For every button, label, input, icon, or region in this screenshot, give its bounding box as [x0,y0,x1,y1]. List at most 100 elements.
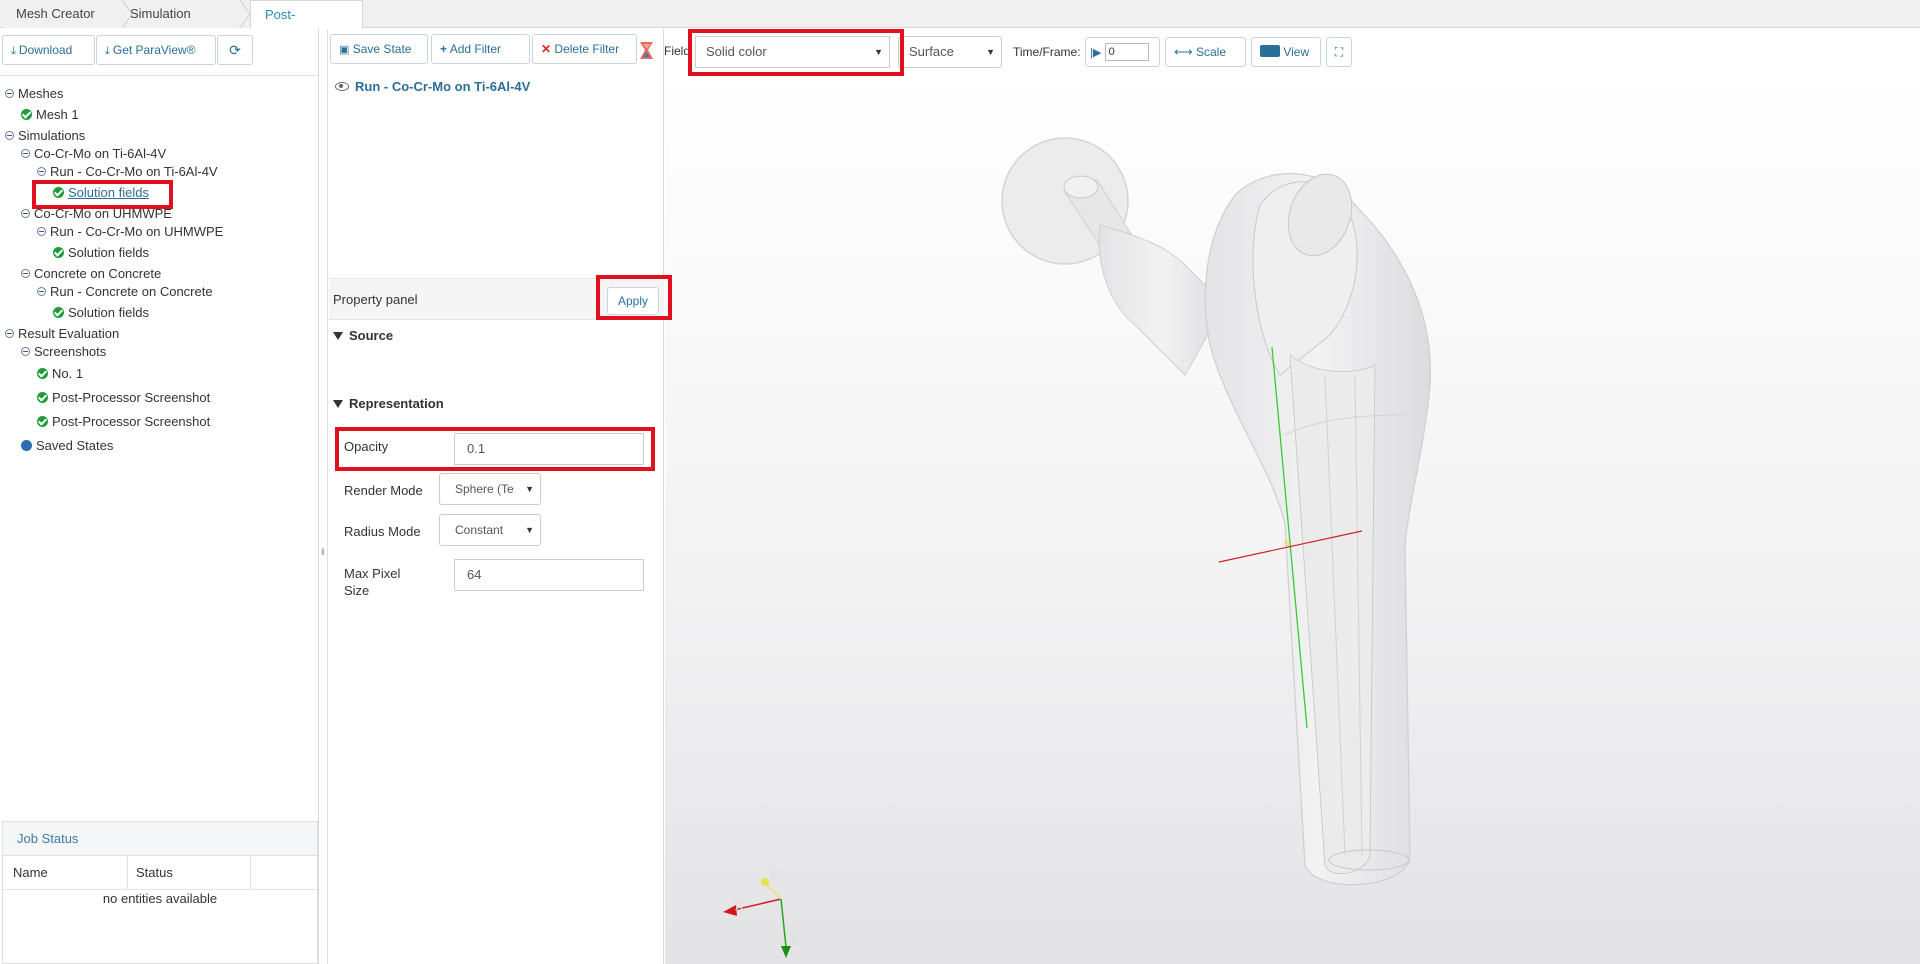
circle-icon [21,440,32,451]
collapse-icon[interactable] [5,131,14,140]
eye-icon[interactable] [335,82,349,91]
source-section-toggle[interactable]: Source [333,328,393,343]
tree-label: Screenshots [34,344,107,359]
axis-z-label: Z [790,932,798,947]
pipeline-item-label: Run - Co-Cr-Mo on Ti-6Al-4V [355,79,531,94]
download-button[interactable]: ⤓ Download [2,35,95,65]
pipeline-panel: ▣ Save State + Add Filter ✕ Delete Filte… [329,29,664,964]
tree-node-sim-2-run[interactable]: Run - Co-Cr-Mo on UHMWPE [37,223,223,241]
reset-camera-button[interactable]: ⛶ [1326,37,1352,67]
tree-label: Solution fields [68,305,149,320]
job-status-header: Name Status [3,856,317,890]
column-status[interactable]: Status [136,856,173,890]
tab-mesh-creator-label: Mesh Creator [16,6,95,21]
refresh-button[interactable]: ⟳ [217,35,253,65]
drag-handle-icon[interactable]: ‖ [321,547,325,557]
refresh-icon: ⟳ [229,42,241,58]
time-frame-label: Time/Frame: [1013,45,1081,59]
download-icon: ⤓ [11,45,16,57]
max-pixel-size-input[interactable]: 64 [454,559,644,591]
representation-select[interactable]: Surface ▼ [898,36,1002,68]
camera-reset-icon: ⛶ [1334,45,1344,59]
highlight-box [596,275,672,320]
collapse-icon[interactable] [21,347,30,356]
check-circle-icon [21,109,32,120]
render-viewport[interactable]: Y X Z [665,75,1920,964]
render-mode-label: Render Mode [344,483,423,498]
collapse-icon[interactable] [21,269,30,278]
left-panel: ⤓ Download ⤓ Get ParaView® ⟳ Meshes Mesh 1… [0,29,319,964]
tree-label: Solution fields [68,245,149,260]
triangle-down-icon [333,332,343,340]
divider [127,856,128,890]
tab-mesh-creator[interactable]: Mesh Creator [2,0,120,28]
column-name[interactable]: Name [13,856,48,890]
divider [0,75,319,76]
tree-node-sim-1[interactable]: Co-Cr-Mo on Ti-6Al-4V [21,145,166,163]
tree-node-saved-states[interactable]: Saved States [21,437,113,455]
scale-button[interactable]: ⟷ Scale [1165,37,1246,67]
top-tab-bar: Mesh Creator Simulation Designer Post-Pr… [0,0,1920,50]
tree-node-result-evaluation[interactable]: Result Evaluation [5,325,119,343]
collapse-icon[interactable] [37,167,46,176]
tree-node-simulations[interactable]: Simulations [5,127,85,145]
tree-label: Post-Processor Screenshot [52,390,211,405]
tree-node-mesh-1[interactable]: Mesh 1 [21,106,79,124]
save-state-label: Save State [352,42,412,56]
collapse-icon[interactable] [21,149,30,158]
caret-down-icon: ▼ [986,47,995,57]
pipeline-item[interactable]: Run - Co-Cr-Mo on Ti-6Al-4V [335,79,530,94]
source-section-label: Source [349,328,394,343]
max-pixel-size-label-line-1: Max Pixel [344,566,401,581]
collapse-icon[interactable] [5,329,14,338]
delete-filter-label: Delete Filter [554,42,620,56]
highlight-box [335,427,655,471]
tree-node-screenshot-2[interactable]: Post-Processor Screenshot [37,389,210,407]
collapse-icon[interactable] [5,89,14,98]
collapse-icon[interactable] [37,287,46,296]
time-frame-input[interactable]: 0 [1104,43,1149,61]
save-state-button[interactable]: ▣ Save State [330,34,428,64]
tree-node-meshes[interactable]: Meshes [5,85,64,103]
radius-mode-label: Radius Mode [344,524,421,539]
tab-separator-icon [239,0,251,28]
tree-node-sim-3-run[interactable]: Run - Concrete on Concrete [37,283,213,301]
render-mode-select[interactable]: Sphere (Te ▼ [439,473,541,505]
tree-node-screenshot-1[interactable]: No. 1 [37,365,83,383]
caret-down-icon: ▼ [525,484,534,494]
collapse-icon[interactable] [37,227,46,236]
tree-node-sim-2-solution-fields[interactable]: Solution fields [53,244,149,262]
check-circle-icon [53,307,64,318]
tree-label: Run - Co-Cr-Mo on UHMWPE [50,224,224,239]
add-filter-button[interactable]: + Add Filter [431,34,530,64]
representation-section-label: Representation [349,396,444,411]
plus-icon: + [440,42,448,56]
check-circle-icon [37,416,48,427]
tree-node-screenshots[interactable]: Screenshots [21,343,106,361]
tree-node-sim-3[interactable]: Concrete on Concrete [21,265,161,283]
filter-app-icon[interactable] [638,41,655,60]
tree-label: Run - Co-Cr-Mo on Ti-6Al-4V [50,164,218,179]
job-status-title: Job Status [3,822,317,856]
arrows-horizontal-icon: ⟷ [1174,44,1193,59]
get-paraview-button[interactable]: ⤓ Get ParaView® [96,35,216,65]
empty-message: no entities available [102,891,218,906]
delete-filter-button[interactable]: ✕ Delete Filter [532,34,637,64]
highlight-box [688,29,904,76]
view-button[interactable]: View [1251,37,1321,67]
radius-mode-select[interactable]: Constant ▼ [439,514,541,546]
tree-node-sim-1-run[interactable]: Run - Co-Cr-Mo on Ti-6Al-4V [37,163,218,181]
play-icon[interactable]: |▶ [1090,47,1101,59]
tree-label: Saved States [36,438,114,453]
representation-section-toggle[interactable]: Representation [333,396,444,411]
axis-y-label: Y [769,868,778,883]
get-paraview-label: Get ParaView® [112,43,196,57]
collapse-icon[interactable] [21,209,30,218]
tree-label: Co-Cr-Mo on Ti-6Al-4V [34,146,167,161]
tab-post-processor[interactable]: Post-Processor [250,0,363,50]
panel-splitter[interactable]: ‖ [320,29,328,964]
tree-node-sim-3-solution-fields[interactable]: Solution fields [53,304,149,322]
axis-x-label: X [735,898,744,913]
femur-implant-model: Y X Z [723,137,1432,958]
tree-node-screenshot-3[interactable]: Post-Processor Screenshot [37,413,210,431]
